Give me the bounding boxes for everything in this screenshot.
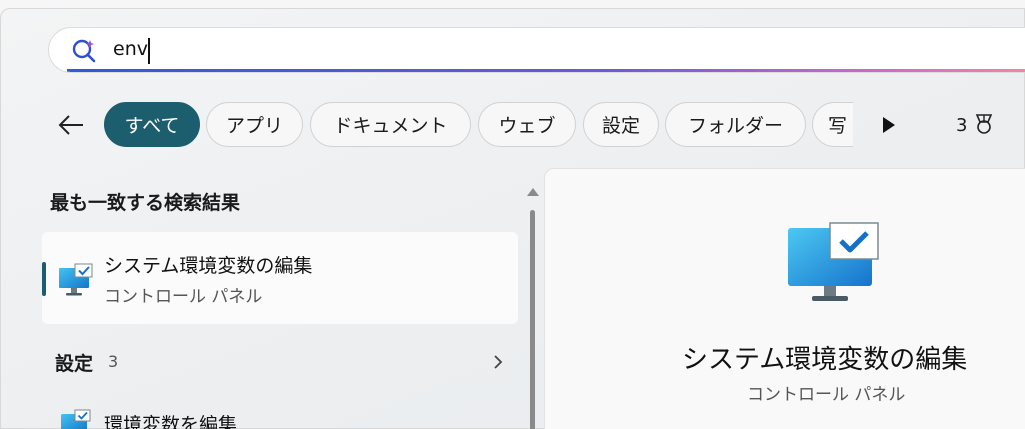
environment-variables-icon — [61, 409, 91, 429]
best-match-heading: 最も一致する検索結果 — [50, 192, 241, 214]
back-button[interactable] — [52, 106, 90, 144]
filter-chip-all[interactable]: すべて — [104, 102, 200, 147]
system-environment-icon — [59, 263, 93, 296]
scrollbar-thumb[interactable] — [530, 210, 535, 429]
search-underline — [67, 69, 1025, 72]
preview-title: システム環境変数の編集 — [682, 345, 968, 375]
best-match-item[interactable] — [42, 232, 518, 324]
filter-chip-settings[interactable]: 設定 — [583, 102, 659, 147]
system-environment-large-icon — [788, 222, 879, 301]
filter-chip-apps[interactable]: アプリ — [206, 102, 303, 147]
chevron-right-icon[interactable] — [488, 350, 508, 374]
search-input[interactable]: env — [113, 38, 148, 60]
selection-indicator — [42, 262, 46, 296]
scroll-up-arrow-icon[interactable] — [526, 185, 540, 199]
settings-result-title[interactable]: 環境変数を編集 — [104, 410, 237, 429]
filter-chip-documents[interactable]: ドキュメント — [310, 102, 471, 147]
search-box[interactable] — [48, 27, 1025, 73]
play-icon — [883, 117, 895, 133]
best-match-title: システム環境変数の編集 — [104, 255, 313, 277]
arrow-left-icon — [58, 115, 83, 135]
rewards-count[interactable]: 3 — [956, 115, 967, 136]
settings-count: 3 — [108, 352, 119, 371]
filter-chip-folders[interactable]: フォルダー — [665, 102, 806, 147]
filter-chip-web[interactable]: ウェブ — [478, 102, 576, 147]
text-caret — [148, 38, 150, 64]
best-match-subtitle: コントロール パネル — [104, 287, 263, 307]
preview-subtitle: コントロール パネル — [747, 385, 906, 405]
copilot-search-icon — [72, 39, 96, 63]
settings-section-heading[interactable]: 設定 — [55, 349, 93, 376]
filter-chip-overflow-clip: 写 — [805, 100, 853, 150]
medal-icon[interactable] — [971, 112, 997, 138]
filter-chip-photos[interactable]: 写 — [812, 102, 853, 147]
more-filters-button[interactable] — [876, 108, 902, 142]
